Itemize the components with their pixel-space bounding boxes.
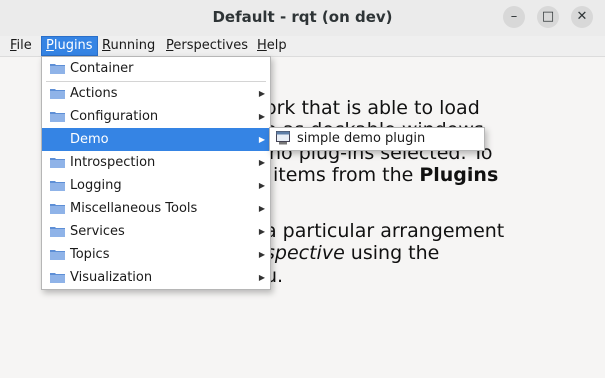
menu-running[interactable]: Running bbox=[98, 37, 159, 55]
menu-item-label: Miscellaneous Tools bbox=[70, 201, 198, 216]
folder-icon bbox=[50, 112, 65, 122]
menu-item-logging[interactable]: Logging ▶ bbox=[42, 174, 270, 197]
submenu-arrow-icon: ▶ bbox=[258, 181, 265, 190]
folder-icon bbox=[50, 227, 65, 237]
folder-icon bbox=[50, 250, 65, 260]
submenu-arrow-icon: ▶ bbox=[258, 273, 265, 282]
close-button[interactable]: ✕ bbox=[571, 6, 593, 28]
submenu-arrow-icon: ▶ bbox=[258, 227, 265, 236]
menu-running-label: unning bbox=[110, 38, 156, 53]
folder-icon bbox=[50, 135, 65, 145]
menu-item-label: Visualization bbox=[70, 270, 153, 285]
menu-item-visualization[interactable]: Visualization ▶ bbox=[42, 266, 270, 289]
menu-item-label: Actions bbox=[70, 86, 118, 101]
menu-item-actions[interactable]: Actions ▶ bbox=[42, 82, 270, 105]
menu-file[interactable]: File bbox=[6, 37, 36, 55]
intro-line-4-bold: Plugins bbox=[419, 164, 499, 186]
menu-item-label: Introspection bbox=[70, 155, 156, 170]
intro-line-4-text: items from the bbox=[273, 164, 420, 186]
menu-item-miscellaneous-tools[interactable]: Miscellaneous Tools ▶ bbox=[42, 197, 270, 220]
menu-item-label: Container bbox=[70, 61, 134, 76]
minimize-button[interactable]: – bbox=[503, 6, 525, 28]
submenu-arrow-icon: ▶ bbox=[258, 250, 265, 259]
menu-plugins-label: lugins bbox=[53, 38, 93, 53]
submenu-arrow-icon: ▶ bbox=[258, 112, 265, 121]
intro-line-1: ork that is able to load bbox=[265, 97, 480, 119]
folder-icon bbox=[50, 89, 65, 99]
folder-icon bbox=[50, 273, 65, 283]
folder-icon bbox=[50, 64, 65, 74]
menu-item-label: simple demo plugin bbox=[297, 131, 426, 146]
rqt-window: Default - rqt (on dev) – □ ✕ File Plugin… bbox=[0, 0, 605, 378]
title-bar[interactable]: Default - rqt (on dev) – □ ✕ bbox=[0, 0, 605, 37]
menu-bar: File Plugins Running Perspectives Help bbox=[0, 36, 605, 57]
menu-item-services[interactable]: Services ▶ bbox=[42, 220, 270, 243]
folder-icon bbox=[50, 204, 65, 214]
menu-item-label: Configuration bbox=[70, 109, 159, 124]
menu-perspectives[interactable]: Perspectives bbox=[162, 37, 252, 55]
submenu-arrow-icon: ▶ bbox=[258, 135, 265, 144]
intro-line-4: items from the Plugins bbox=[273, 164, 498, 187]
submenu-arrow-icon: ▶ bbox=[258, 158, 265, 167]
menu-help[interactable]: Help bbox=[253, 37, 291, 55]
submenu-arrow-icon: ▶ bbox=[258, 89, 265, 98]
menu-item-introspection[interactable]: Introspection ▶ bbox=[42, 151, 270, 174]
menu-help-label: elp bbox=[266, 38, 287, 53]
menu-item-label: Demo bbox=[70, 132, 109, 147]
menu-item-configuration[interactable]: Configuration ▶ bbox=[42, 105, 270, 128]
menu-item-container[interactable]: Container bbox=[42, 57, 270, 80]
menu-item-simple-demo-plugin[interactable]: simple demo plugin bbox=[270, 128, 484, 150]
menu-item-label: Logging bbox=[70, 178, 122, 193]
plugins-dropdown-menu: Container Actions ▶ Configuration ▶ Demo… bbox=[41, 56, 271, 290]
perspective-line-2: spective using the bbox=[265, 242, 439, 265]
menu-plugins-mnemonic: P bbox=[46, 38, 54, 53]
folder-icon bbox=[50, 181, 65, 191]
menu-help-mnemonic: H bbox=[257, 38, 267, 53]
submenu-arrow-icon: ▶ bbox=[258, 204, 265, 213]
perspective-line-1: a particular arrangement bbox=[265, 220, 505, 242]
menu-item-label: Topics bbox=[70, 247, 110, 262]
perspective-line-2-italic: spective bbox=[265, 242, 345, 264]
menu-item-label: Services bbox=[70, 224, 125, 239]
menu-item-demo[interactable]: Demo ▶ bbox=[42, 128, 270, 151]
menu-file-label: ile bbox=[16, 38, 32, 53]
menu-perspectives-label: erspectives bbox=[173, 38, 249, 53]
menu-item-topics[interactable]: Topics ▶ bbox=[42, 243, 270, 266]
perspective-line-2-text: using the bbox=[344, 242, 440, 264]
folder-icon bbox=[50, 158, 65, 168]
plugin-window-icon bbox=[276, 131, 290, 145]
demo-submenu: simple demo plugin bbox=[269, 127, 485, 151]
menu-plugins[interactable]: Plugins bbox=[41, 36, 98, 56]
maximize-button[interactable]: □ bbox=[537, 6, 559, 28]
